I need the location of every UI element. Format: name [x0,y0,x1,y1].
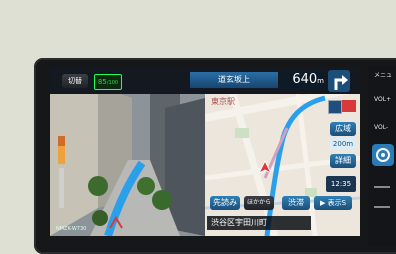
hardware-side-panel: メニュ VOL+ VOL- [368,66,396,246]
previous-track-icon[interactable] [374,206,390,208]
lane-info-icon [328,100,342,114]
address-bar: 渋谷区宇田川町 [207,216,311,230]
back-button[interactable]: 切替 [62,74,88,88]
speed-unit: /100 [106,80,119,86]
detail-button[interactable]: 詳細 [330,154,356,168]
clock-display: 12:35 [326,176,356,192]
vics-button[interactable]: ほかから [244,196,274,210]
speed-indicator: 85/100 [94,74,122,90]
scale-indicator: 200m [330,138,356,150]
top-status-bar: 切替 85/100 道玄坂上 640m [50,68,360,94]
display-settings-button[interactable]: ▶ 表示S [314,196,352,210]
wide-area-button[interactable]: 広域 [330,122,356,136]
distance-display: 640m [282,71,324,89]
volume-up-button[interactable]: VOL+ [374,96,391,103]
menu-label[interactable]: メニュ [374,70,392,79]
model-label: NMZK-W730 [56,226,87,232]
volume-down-button[interactable]: VOL- [374,124,388,131]
preview-button[interactable]: 先読み [210,196,240,210]
car-position-icon [257,158,273,175]
right-turn-arrow-icon [328,70,350,92]
navigation-screen: NMZK-W730 東京駅 渋谷区宇田川町 切替 85/100 道玄坂上 640 [50,68,360,236]
next-track-icon[interactable] [374,186,390,188]
distance-value: 640 [292,72,318,87]
map-orientation-icon[interactable] [342,100,356,112]
speed-value: 85 [97,78,107,86]
traffic-button[interactable]: 渋滞 [282,196,310,210]
next-intersection-banner: 道玄坂上 [190,72,278,88]
place-label: 東京駅 [211,97,235,106]
distance-unit: m [317,77,324,85]
navigation-home-icon[interactable] [372,144,394,166]
